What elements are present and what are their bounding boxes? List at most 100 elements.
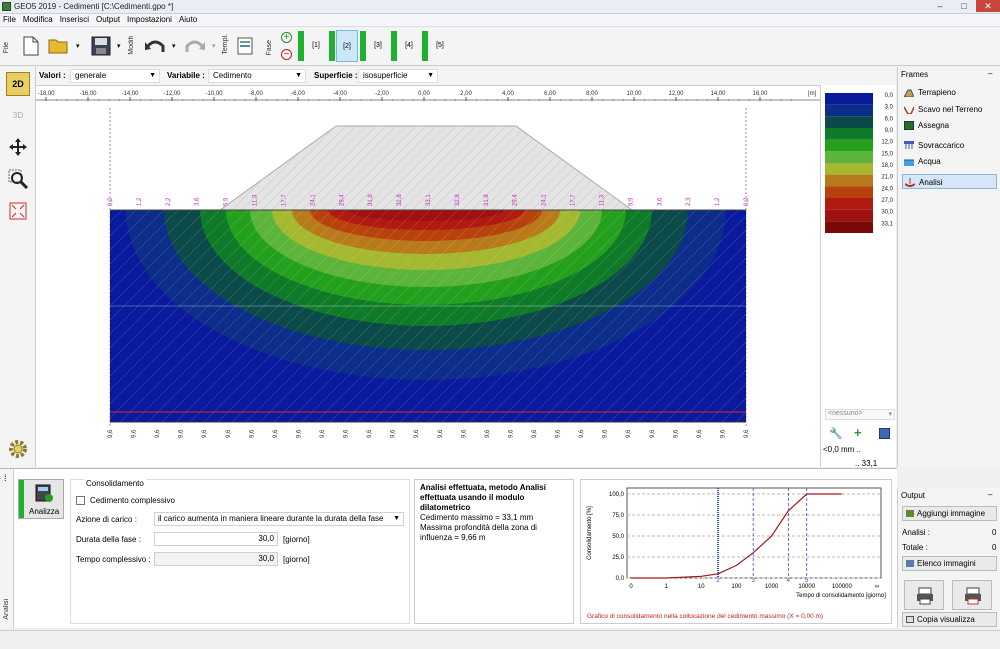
depth-value-label: 9,6 (461, 429, 467, 438)
complex-checkbox[interactable] (76, 496, 85, 505)
load-value: il carico aumenta in maniera lineare dur… (158, 514, 384, 523)
legend-none-select[interactable]: <nessuno> ▾ (825, 409, 895, 420)
ruler-unit: [m] (808, 91, 817, 97)
frame-sovraccarico[interactable]: Sovraccarico (902, 138, 997, 153)
analisi-count-value: 0 (992, 528, 997, 537)
stage-1-button[interactable]: [1] (306, 30, 326, 62)
ruler-tick-label: -12,00 (163, 91, 181, 97)
stage-3-button[interactable]: [3] (368, 30, 388, 62)
depth-value-label: 9,6 (485, 429, 491, 438)
zoom-extents-button[interactable] (6, 199, 30, 223)
valori-select[interactable]: generale ▼ (70, 69, 160, 83)
zoom-extents-icon (9, 202, 27, 220)
duration-input[interactable]: 30,0 (154, 532, 278, 546)
file-group-label: File (3, 42, 10, 54)
frame-label: Terrapieno (918, 88, 956, 97)
total-time-label: Tempo complessivo : (76, 555, 151, 564)
new-file-button[interactable] (18, 33, 44, 59)
drawing-canvas[interactable]: -18,00 -16,00 -14,00 -12,00 -10,00 -8,00 -6,00… (36, 85, 820, 467)
redo-dropdown-icon[interactable]: ▾ (212, 42, 216, 50)
ruler-tick-label: -4,00 (333, 91, 347, 97)
undo-icon (145, 40, 165, 52)
close-button[interactable]: ✕ (976, 0, 1000, 12)
wrench-icon[interactable]: 🔧 (829, 427, 843, 440)
export-icon[interactable] (879, 428, 890, 439)
legend-label: 6,0 (885, 116, 894, 122)
frame-assegna[interactable]: Assegna (902, 118, 997, 133)
settlement-value-label: 3,6 (657, 197, 663, 206)
add-stage-icon[interactable]: + (281, 32, 292, 43)
ruler-tick-label: -16,00 (79, 91, 97, 97)
legend-min: <0,0 mm .. (823, 445, 862, 454)
consolidation-title: Consolidamento (84, 479, 146, 488)
menu-modifica[interactable]: Modifica (20, 14, 57, 24)
settings-button[interactable] (6, 437, 30, 461)
analyze-button[interactable]: Analizza (18, 479, 64, 519)
stage-4-button[interactable]: [4] (399, 30, 419, 62)
settlement-value-label: 29,4 (339, 194, 345, 206)
menu-impostazioni[interactable]: Impostazioni (124, 14, 176, 24)
stage-5-button[interactable]: [5] (430, 30, 450, 62)
legend-label: 9,0 (885, 128, 894, 134)
add-image-button[interactable]: Aggiungi immagine (902, 506, 997, 521)
move-icon (9, 138, 27, 156)
horizontal-ruler: -18,00 -16,00 -14,00 -12,00 -10,00 -8,00 -6,00… (36, 91, 820, 101)
redo-button[interactable] (182, 33, 208, 59)
superficie-select[interactable]: isosuperficie ▼ (358, 69, 438, 83)
undo-dropdown-icon[interactable]: ▾ (172, 42, 176, 50)
depth-value-label: 9,6 (673, 429, 679, 438)
variabile-select[interactable]: Cedimento ▼ (208, 69, 306, 83)
menu-inserisci[interactable]: Inserisci (57, 14, 93, 24)
settlement-value-label: 5,9 (628, 197, 634, 206)
menu-output[interactable]: Output (93, 14, 124, 24)
pin-icon[interactable]: ⁞ (4, 473, 7, 483)
frame-acqua[interactable]: Acqua (902, 154, 997, 169)
list-images-button[interactable]: Elenco immagini (902, 556, 997, 571)
analysis-panel: Analisi ⁞ Analizza Consolidamento Cedime… (0, 468, 897, 629)
template-button[interactable] (234, 33, 256, 59)
collapse-icon[interactable]: – (988, 490, 992, 499)
menu-file[interactable]: File (0, 14, 20, 24)
view-3d-icon[interactable]: 3D (6, 103, 30, 127)
surcharge-icon (904, 141, 914, 149)
copy-view-button[interactable]: Copia visualizza (902, 612, 997, 627)
settlement-drawing: -18,00 -16,00 -14,00 -12,00 -10,00 -8,00 -6,00… (36, 91, 820, 438)
open-dropdown-icon[interactable]: ▾ (76, 42, 80, 50)
undo-button[interactable] (142, 33, 168, 59)
save-button[interactable] (88, 33, 114, 59)
results-box: Analisi effettuata, metodo Analisi effet… (414, 479, 574, 624)
results-line-depth: Massima profondità della zona di influen… (420, 523, 537, 542)
view-2d-button[interactable]: 2D (6, 72, 30, 96)
pan-button[interactable] (6, 135, 30, 159)
print-preview-button[interactable] (952, 580, 992, 610)
chart-x-tick: 100000 (832, 584, 853, 590)
print-button[interactable] (904, 580, 944, 610)
consolidation-chart-box: 0,0 25,0 50,0 75,0 100,0 0 1 10 100 1000 10000 1000… (580, 479, 892, 624)
add-icon[interactable]: + (854, 425, 862, 440)
menu-aiuto[interactable]: Aiuto (176, 14, 201, 24)
frame-terrapieno[interactable]: Terrapieno (902, 85, 997, 100)
ruler-tick-label: 10,00 (626, 91, 642, 97)
legend-swatch (825, 163, 873, 175)
remove-stage-icon[interactable]: − (281, 49, 292, 60)
frame-label: Scavo nel Terreno (918, 105, 983, 114)
valori-label: Valori : (39, 71, 66, 80)
open-file-button[interactable] (46, 33, 72, 59)
stage-2-button[interactable]: [2] (336, 30, 358, 62)
settlement-value-label: 32,8 (397, 194, 403, 206)
maximize-button[interactable]: □ (952, 0, 976, 12)
analisi-tab-label[interactable]: Analisi (3, 599, 10, 620)
legend-swatch (825, 116, 873, 128)
save-dropdown-icon[interactable]: ▾ (117, 42, 121, 50)
settlement-value-label: 17,7 (571, 194, 577, 206)
redo-icon (185, 40, 205, 52)
depth-value-label: 9,6 (367, 429, 373, 438)
settlement-value-label: 0,2 (744, 197, 750, 206)
status-bar (0, 630, 1000, 649)
zoom-button[interactable] (6, 167, 30, 191)
minimize-button[interactable]: – (928, 0, 952, 12)
frame-scavo[interactable]: Scavo nel Terreno (902, 102, 997, 117)
frame-analisi[interactable]: Analisi (902, 174, 997, 189)
load-select[interactable]: il carico aumenta in maniera lineare dur… (154, 512, 404, 526)
collapse-icon[interactable]: – (988, 69, 992, 78)
